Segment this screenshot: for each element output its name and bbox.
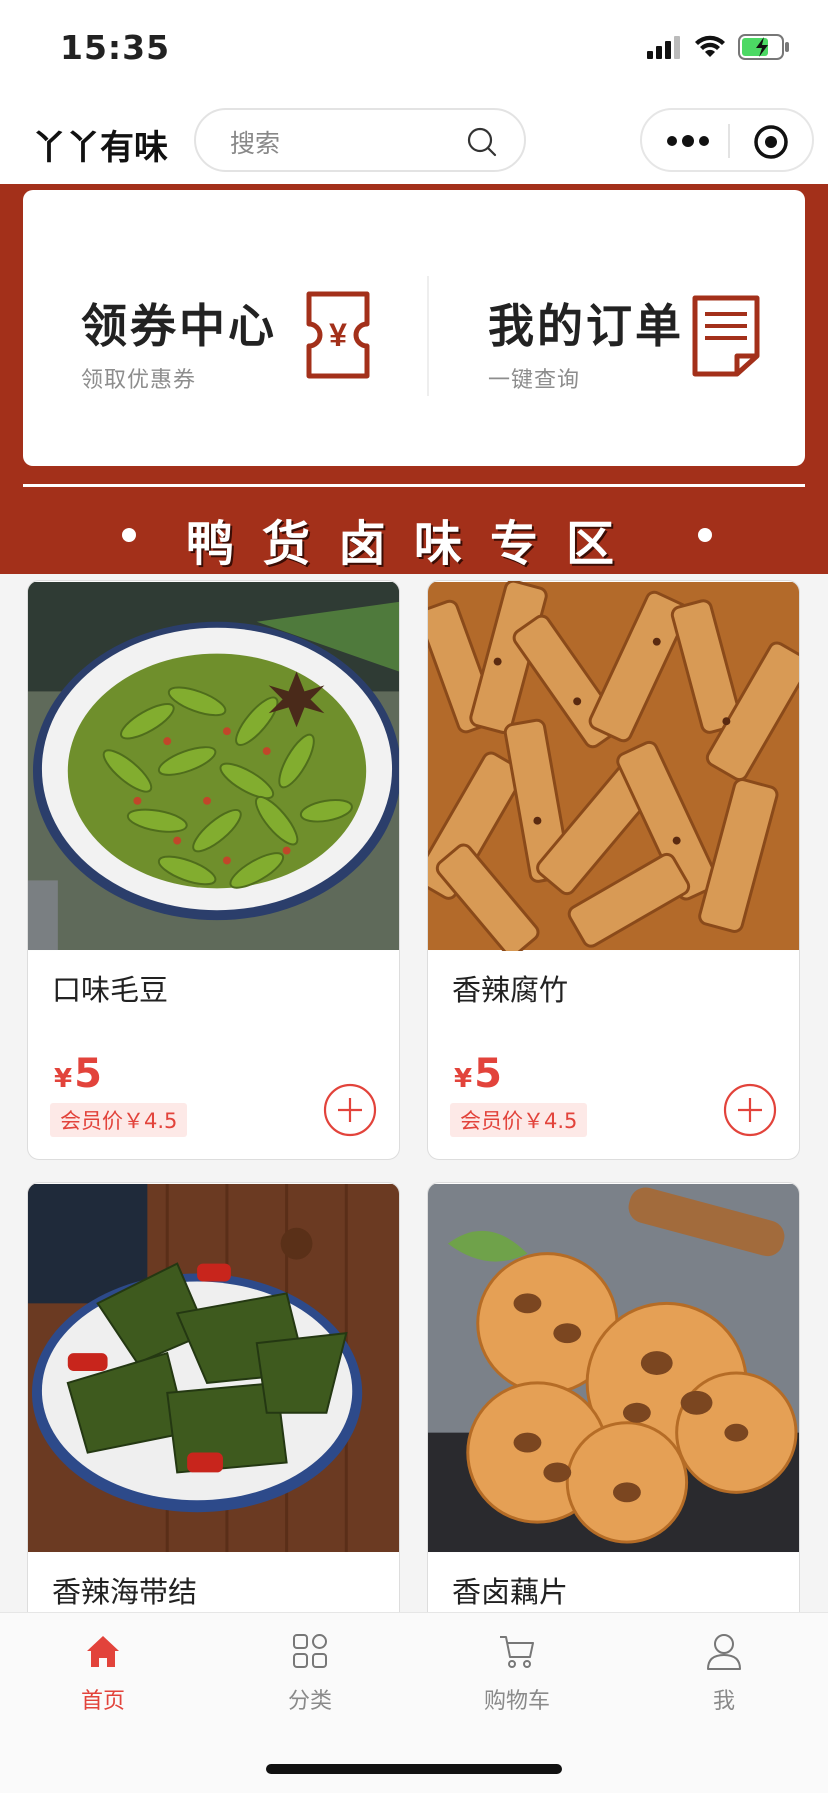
tab-label: 购物车	[483, 1689, 550, 1714]
tab-category[interactable]: 分类	[250, 1629, 370, 1715]
tab-profile[interactable]: 我	[664, 1629, 784, 1715]
battery-charging-icon	[738, 34, 789, 60]
close-target-icon[interactable]	[753, 124, 789, 160]
user-icon	[707, 1634, 741, 1670]
my-orders-title: 我的订单	[488, 299, 684, 353]
coupon-ticket-symbol: ¥	[329, 317, 347, 353]
price-currency: ¥	[454, 1064, 473, 1094]
status-icons	[646, 34, 790, 60]
product-image-lotus-root	[428, 1183, 799, 1553]
status-bar: 15:35	[0, 0, 828, 100]
product-name: 口味毛豆	[52, 973, 169, 1007]
product-name: 香卤藕片	[452, 1575, 569, 1609]
app-title: 丫丫有味	[32, 128, 168, 168]
tab-label: 我	[712, 1689, 735, 1714]
product-image-yuba	[428, 581, 799, 958]
coupon-center-subtitle: 领取优惠券	[81, 368, 197, 393]
banner: 领券中心 领取优惠券 ¥ 我的订单 一键查询 鸭货卤味专区	[0, 184, 828, 574]
more-icon[interactable]	[662, 128, 714, 154]
coupon-ticket-icon: ¥	[306, 291, 370, 379]
product-card[interactable]: 香辣腐竹 ¥5 会员价￥4.5	[427, 580, 800, 1160]
price-value: 5	[474, 1051, 502, 1097]
member-price-badge: 会员价￥4.5	[450, 1103, 588, 1137]
product-card[interactable]: 香卤藕片	[427, 1182, 800, 1642]
signal-icon	[647, 36, 680, 59]
product-card[interactable]: 香辣海带结	[27, 1182, 400, 1642]
cart-icon	[500, 1636, 534, 1668]
tab-label: 首页	[80, 1689, 125, 1714]
add-to-cart-icon[interactable]	[723, 1083, 777, 1137]
mini-program-capsule	[640, 108, 814, 172]
banner-separator	[23, 484, 805, 487]
tab-home[interactable]: 首页	[43, 1629, 163, 1715]
price-value: 5	[74, 1051, 102, 1097]
nav-bar: 丫丫有味 搜索	[0, 100, 828, 184]
order-document-icon	[692, 295, 760, 377]
tab-cart[interactable]: 购物车	[457, 1629, 577, 1715]
wifi-icon	[695, 35, 725, 57]
product-price: ¥5	[54, 1051, 102, 1097]
product-image-edamame	[28, 581, 399, 951]
my-orders-button[interactable]: 我的订单 一键查询	[488, 290, 684, 394]
add-to-cart-icon[interactable]	[323, 1083, 377, 1137]
product-name: 香辣腐竹	[452, 973, 569, 1007]
capsule-divider	[728, 124, 730, 158]
search-icon	[467, 127, 497, 157]
banner-card: 领券中心 领取优惠券 ¥ 我的订单 一键查询	[23, 190, 805, 466]
product-price: ¥5	[454, 1051, 502, 1097]
product-name: 香辣海带结	[52, 1575, 198, 1609]
home-icon	[87, 1636, 119, 1667]
product-card[interactable]: 口味毛豆 ¥5 会员价￥4.5	[27, 580, 400, 1160]
tab-label: 分类	[287, 1689, 332, 1714]
coupon-center-title: 领券中心	[81, 299, 277, 353]
product-image-kelp	[28, 1183, 399, 1553]
zone-dot-right	[698, 528, 712, 542]
search-placeholder: 搜索	[230, 129, 281, 158]
coupon-center-button[interactable]: 领券中心 领取优惠券	[81, 290, 277, 394]
status-time: 15:35	[60, 28, 171, 67]
home-indicator	[266, 1764, 562, 1774]
my-orders-subtitle: 一键查询	[488, 368, 581, 393]
price-currency: ¥	[54, 1064, 73, 1094]
member-price-badge: 会员价￥4.5	[50, 1103, 188, 1137]
category-icon	[293, 1634, 327, 1668]
search-input[interactable]: 搜索	[194, 108, 526, 172]
banner-divider	[427, 276, 429, 396]
